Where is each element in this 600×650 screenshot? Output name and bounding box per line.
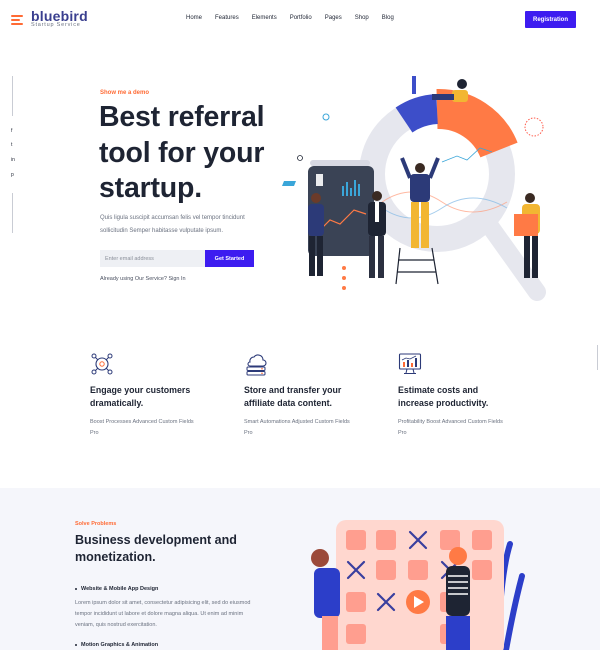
- nav-portfolio[interactable]: Portfolio: [290, 15, 312, 21]
- main-nav: Home Features Elements Portfolio Pages S…: [186, 15, 407, 21]
- solve-eyebrow: Solve Problems: [75, 521, 117, 527]
- solve-illustration: [311, 520, 525, 650]
- facebook-icon[interactable]: f: [11, 128, 12, 134]
- email-input[interactable]: Enter email address: [100, 250, 205, 267]
- nav-pages[interactable]: Pages: [325, 15, 342, 21]
- feature-title: Estimate costs and increase productivity…: [398, 385, 489, 408]
- solve-problems-section: Solve Problems Business development and …: [0, 488, 600, 650]
- solve-item-1-text: Lorem ipsum dolor sit amet, consectetur …: [75, 600, 251, 628]
- feature-text: Boost Processes Advanced Custom Fields P…: [90, 419, 194, 436]
- nav-shop[interactable]: Shop: [355, 15, 369, 21]
- hamburger-menu-icon[interactable]: [11, 15, 23, 25]
- board-top-bar: [310, 160, 370, 166]
- scroll-indicator[interactable]: [597, 345, 598, 370]
- hero-title-line-3: startup.: [99, 172, 202, 204]
- nav-elements[interactable]: Elements: [252, 15, 277, 21]
- rail-line-bottom: [12, 193, 13, 233]
- sign-in-link[interactable]: Sign In: [168, 276, 185, 282]
- bullet-dot: [75, 643, 77, 646]
- feature-text: Smart Automations Adjusted Custom Fields…: [244, 419, 350, 436]
- logo-tagline: Startup Service: [31, 22, 81, 28]
- network-gear-icon: [91, 353, 113, 375]
- nav-features[interactable]: Features: [215, 15, 239, 21]
- decor-hatch-circle: [524, 117, 544, 137]
- hero-description: Quis ligula suscipit accumsan felis vel …: [100, 215, 245, 234]
- decor-small-circle: [322, 113, 330, 121]
- solve-item-1: Website & Mobile App Design: [75, 586, 158, 592]
- twitter-icon[interactable]: t: [11, 142, 12, 148]
- linkedin-icon[interactable]: in: [11, 157, 15, 163]
- nav-blog[interactable]: Blog: [382, 15, 394, 21]
- person-left: [308, 193, 324, 276]
- nav-home[interactable]: Home: [186, 15, 202, 21]
- already-using-label: Already using Our Service?: [100, 276, 167, 282]
- feature-text: Profitability Boost Advanced Custom Fiel…: [398, 419, 503, 436]
- solve-item-2-label: Motion Graphics & Animation: [81, 642, 159, 648]
- hero-eyebrow: Show me a demo: [100, 90, 150, 96]
- solve-item-1-label: Website & Mobile App Design: [81, 586, 159, 592]
- bullet-dot: [75, 587, 77, 590]
- chart-monitor-icon: [398, 353, 422, 374]
- hero-title-line-2: tool for your: [99, 136, 265, 169]
- person-left-bottom: [311, 549, 340, 650]
- feature-card-estimate: Estimate costs and increase productivity…: [398, 352, 538, 439]
- get-started-button[interactable]: Get Started: [205, 250, 254, 267]
- solve-title: Business development and monetization.: [75, 533, 237, 564]
- board-card: [316, 174, 323, 186]
- hero-illustration: [282, 76, 546, 301]
- donut-orange-segment: [436, 89, 518, 159]
- decor-parallelogram: [282, 181, 296, 186]
- feature-card-store: Store and transfer your affiliate data c…: [244, 352, 384, 439]
- pinterest-icon[interactable]: p: [11, 172, 14, 178]
- rail-line-top: [12, 76, 13, 116]
- feature-title: Store and transfer your affiliate data c…: [244, 385, 342, 408]
- registration-button[interactable]: Registration: [525, 11, 576, 28]
- donut-blue-segment: [395, 94, 439, 133]
- cloud-server-icon: [246, 354, 267, 376]
- already-using-text: Already using Our Service? Sign In: [100, 276, 186, 282]
- decor-dot-circle: [297, 155, 303, 161]
- hero-title: Best referral tool for your startup.: [99, 100, 299, 207]
- person-middle: [368, 191, 386, 278]
- feature-title: Engage your customers dramatically.: [90, 385, 191, 408]
- solve-item-2: Motion Graphics & Animation: [75, 642, 158, 648]
- site-header: bluebird Startup Service Home Features E…: [0, 0, 600, 40]
- feature-card-engage: Engage your customers dramatically. Boos…: [90, 352, 230, 439]
- hero-title-line-1: Best referral: [99, 101, 265, 133]
